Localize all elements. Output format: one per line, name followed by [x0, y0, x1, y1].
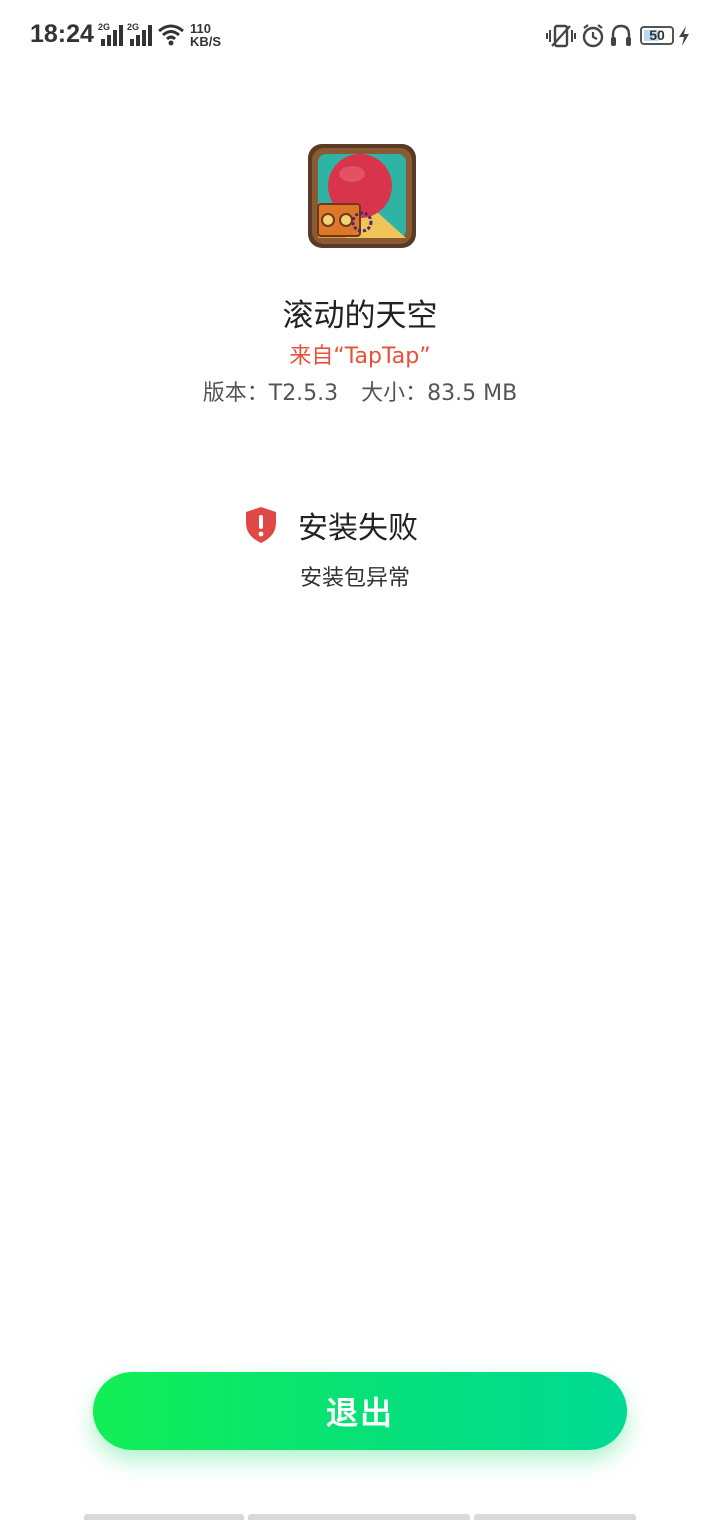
app-icon [308, 144, 416, 248]
exit-button[interactable]: 退出 [93, 1372, 627, 1450]
app-size: 大小：83.5 MB [361, 381, 518, 406]
nav-back-key[interactable] [84, 1514, 244, 1520]
app-name: 滚动的天空 [282, 298, 438, 334]
install-result-screen: 18:24 2G 2G 110 KB/S 50 滚动的天空 来自“TapTap”… [0, 0, 720, 1520]
charging-bolt-icon [679, 26, 689, 46]
clock: 18:24 [30, 20, 94, 48]
navigation-bar [84, 1514, 636, 1520]
status-bar: 18:24 2G 2G 110 KB/S 50 [0, 0, 720, 76]
nav-home-key[interactable] [248, 1514, 470, 1520]
install-status: 安装失败 [244, 504, 418, 546]
battery-icon: 50 [640, 26, 674, 45]
app-source: 来自“TapTap” [289, 344, 431, 369]
alarm-icon [582, 24, 604, 48]
app-meta: 版本：T2.5.3 大小：83.5 MB [0, 375, 720, 407]
wifi-icon [158, 24, 184, 46]
shield-alert-icon [246, 507, 276, 543]
vibrate-icon [546, 24, 576, 48]
install-status-title: 安装失败 [298, 511, 418, 546]
network-speed: 110 KB/S [190, 21, 222, 49]
app-version: 版本：T2.5.3 [202, 381, 339, 406]
install-failure-reason: 安装包异常 [300, 566, 411, 591]
nav-recents-key[interactable] [474, 1514, 636, 1520]
headphones-icon [611, 24, 631, 46]
